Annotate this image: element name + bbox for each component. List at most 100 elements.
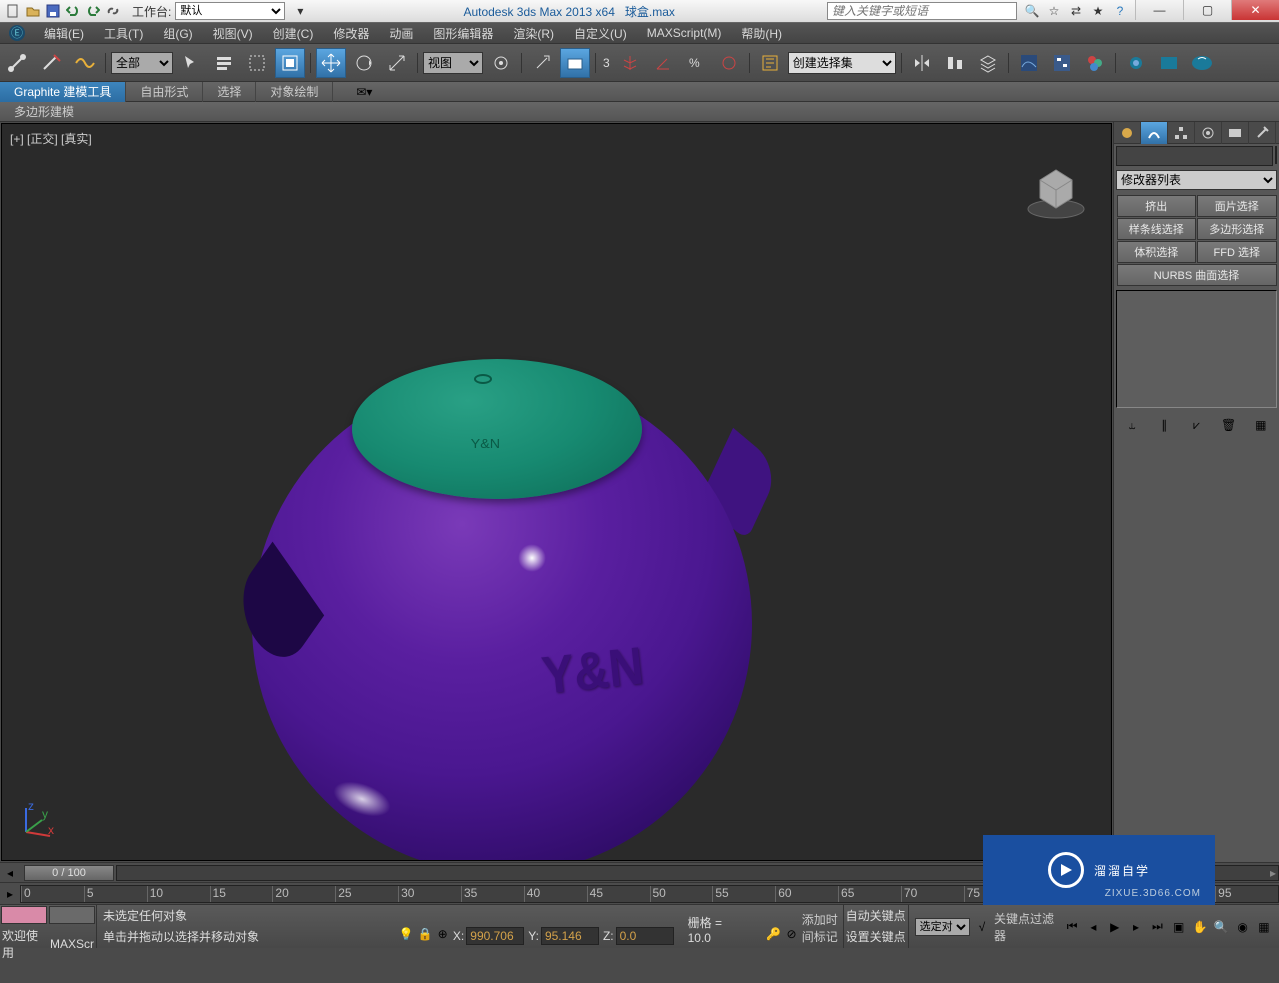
spinner-snap-icon[interactable] [714,48,744,78]
maxscript-label[interactable]: MAXScr [50,937,94,951]
render-setup-icon[interactable] [1121,48,1151,78]
snap-3d-icon[interactable] [615,48,645,78]
ribbon-mail-icon[interactable]: ✉▾ [353,81,375,103]
material-editor-icon[interactable] [1080,48,1110,78]
select-object-icon[interactable] [176,48,206,78]
abs-rel-icon[interactable]: ⊕ [436,923,448,945]
zoom-icon[interactable]: 🔍 [1212,917,1230,937]
ribbon-tab-graphite[interactable]: Graphite 建模工具 [0,82,126,102]
trackbar-open-icon[interactable]: ▸ [0,885,20,903]
y-coord[interactable] [541,927,599,945]
curve-editor-icon[interactable] [1014,48,1044,78]
next-frame-icon[interactable]: ▸ [1127,917,1145,937]
menu-rendering[interactable]: 渲染(R) [503,22,564,44]
viewcube[interactable] [1021,154,1091,224]
exchange-icon[interactable]: ⇄ [1067,2,1085,20]
modifier-stack[interactable] [1116,290,1277,408]
save-icon[interactable] [44,2,62,20]
btn-patch-select[interactable]: 面片选择 [1197,195,1277,217]
time-tag-icon[interactable]: ⊘ [785,923,797,945]
tab-create-icon[interactable] [1114,122,1141,144]
btn-vol-select[interactable]: 体积选择 [1117,241,1197,263]
workspace-dropdown-icon[interactable]: ▾ [289,0,311,22]
remove-mod-icon[interactable]: 🗑 [1218,414,1240,436]
time-slider-handle[interactable]: 0 / 100 [24,865,114,881]
minimize-button[interactable]: — [1135,0,1183,20]
new-icon[interactable] [4,2,22,20]
favorite-icon[interactable]: ★ [1089,2,1107,20]
move-icon[interactable] [316,48,346,78]
tab-hierarchy-icon[interactable] [1168,122,1195,144]
maximize-button[interactable]: ▢ [1183,0,1231,20]
key-filters-label[interactable]: 关键点过滤器 [994,910,1060,944]
manipulate-icon[interactable] [527,48,557,78]
scale-icon[interactable] [382,48,412,78]
menu-views[interactable]: 视图(V) [203,22,263,44]
keyboard-shortcut-icon[interactable] [560,48,590,78]
btn-ffd-select[interactable]: FFD 选择 [1197,241,1277,263]
goto-end-icon[interactable]: ⏭ [1148,917,1166,937]
menu-customize[interactable]: 自定义(U) [564,22,637,44]
menu-modifiers[interactable]: 修改器 [323,22,379,44]
align-icon[interactable] [940,48,970,78]
menu-edit[interactable]: 编辑(E) [34,22,94,44]
configure-sets-icon[interactable]: ▦ [1250,414,1272,436]
max-viewport-icon[interactable]: ▦ [1255,917,1273,937]
ribbon-tab-freeform[interactable]: 自由形式 [126,82,203,102]
timeslider-toggle-icon[interactable]: ◂ [0,864,20,882]
object-color-swatch[interactable] [1275,146,1277,164]
setkey-button[interactable]: 设置关键点 [846,928,906,945]
z-coord[interactable] [616,927,674,945]
named-sel-edit-icon[interactable] [755,48,785,78]
viewport[interactable]: [+] [正交] [真实] Y&N Y&N zxy [1,123,1112,861]
layers-icon[interactable] [973,48,1003,78]
orbit-icon[interactable]: ◉ [1233,917,1251,937]
btn-spline-select[interactable]: 样条线选择 [1117,218,1197,240]
ref-coord-system[interactable]: 视图 [423,52,483,74]
bind-space-warp-icon[interactable] [70,48,100,78]
app-logo-icon[interactable]: Ⓔ [0,22,34,44]
tab-utilities-icon[interactable] [1249,122,1276,144]
link-icon[interactable] [104,2,122,20]
rendered-frame-icon[interactable] [1154,48,1184,78]
add-time-marker[interactable]: 添加时间标记 [802,911,843,945]
menu-help[interactable]: 帮助(H) [731,22,792,44]
menu-tools[interactable]: 工具(T) [94,22,153,44]
tab-display-icon[interactable] [1222,122,1249,144]
star-icon[interactable]: ☆ [1045,2,1063,20]
btn-poly-select[interactable]: 多边形选择 [1197,218,1277,240]
play-icon[interactable]: ▶ [1106,917,1124,937]
keyword-search[interactable] [827,2,1017,20]
menu-maxscript[interactable]: MAXScript(M) [637,22,732,44]
isolate-icon[interactable]: ▣ [1170,917,1188,937]
ribbon-subtab-poly[interactable]: 多边形建模 [0,102,88,122]
modifier-list[interactable]: 修改器列表 [1116,170,1277,190]
unlink-icon[interactable] [37,48,67,78]
ribbon-tab-selection[interactable]: 选择 [203,82,256,102]
btn-nurbs-select[interactable]: NURBS 曲面选择 [1117,264,1277,286]
macro-slot[interactable] [49,906,95,924]
help-icon[interactable]: ? [1111,2,1129,20]
key-selection-mode[interactable]: 选定对 [915,918,970,936]
prev-frame-icon[interactable]: ◂ [1084,917,1102,937]
macro-rec-toggle[interactable] [1,906,47,924]
pin-stack-icon[interactable]: ⥿ [1121,414,1143,436]
show-end-icon[interactable]: ∥ [1153,414,1175,436]
use-center-icon[interactable] [486,48,516,78]
rect-region-icon[interactable] [242,48,272,78]
key-filters-icon[interactable]: √ [973,917,991,937]
object-name-field[interactable] [1116,146,1273,166]
tab-modify-icon[interactable] [1141,122,1168,144]
btn-extrude[interactable]: 挤出 [1117,195,1197,217]
rotate-icon[interactable] [349,48,379,78]
menu-grapheditors[interactable]: 图形编辑器 [423,22,503,44]
window-crossing-icon[interactable] [275,48,305,78]
goto-start-icon[interactable]: ⏮ [1063,917,1081,937]
sel-lock-icon[interactable]: 🔒 [417,923,432,945]
close-button[interactable]: ✕ [1231,0,1279,20]
x-coord[interactable] [466,927,524,945]
workspace-select[interactable]: 默认 [175,2,285,20]
binoculars-icon[interactable]: 🔍 [1023,2,1041,20]
render-production-icon[interactable] [1187,48,1217,78]
open-icon[interactable] [24,2,42,20]
